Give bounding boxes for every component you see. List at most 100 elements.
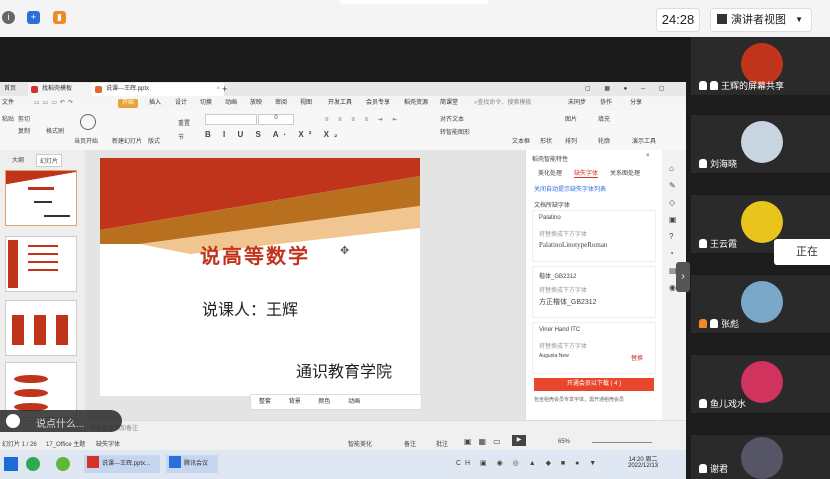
participant-tile[interactable]: 谢君: [691, 435, 830, 479]
slide-title[interactable]: 说高等数学: [200, 240, 310, 269]
menu-docer[interactable]: 稻壳资源: [404, 96, 428, 110]
missing-fonts-heading: 文档所缺字体: [534, 203, 571, 209]
tab-missing-fonts[interactable]: 缺失字体: [574, 168, 599, 178]
font-family-select[interactable]: [205, 114, 257, 125]
download-member-button[interactable]: 开通会员以下载 ( 4 ): [534, 378, 654, 391]
format-painter-button[interactable]: 格式刷: [46, 126, 64, 135]
share-button[interactable]: 分享: [630, 96, 642, 110]
missing-fonts-status[interactable]: 缺失字体: [96, 439, 120, 448]
slide-institution[interactable]: 通识教育学院: [296, 358, 392, 382]
menu-home[interactable]: 开始: [118, 99, 139, 108]
tab-beautify[interactable]: 美化处理: [538, 168, 562, 177]
float-btn-set[interactable]: 整套: [259, 399, 271, 405]
sync-status[interactable]: 未同步: [568, 96, 586, 110]
zoom-level[interactable]: 65%: [558, 439, 570, 445]
align-text-button[interactable]: 对齐文本: [440, 114, 464, 123]
slide-thumb-3[interactable]: [5, 300, 77, 356]
current-slide[interactable]: 说高等数学 ✥ 说课人：王辉 通识教育学院: [100, 158, 420, 396]
chat-input-overlay[interactable]: 说点什么...: [0, 410, 122, 432]
menu-animation[interactable]: 动画: [225, 96, 237, 110]
slides-tab[interactable]: 幻灯片: [36, 154, 63, 167]
zoom-slider[interactable]: [592, 442, 652, 443]
smart-graphic-button[interactable]: 转智能图形: [440, 127, 470, 136]
tab-template[interactable]: 找稻壳模板: [28, 83, 102, 96]
picture-button[interactable]: 图片: [565, 114, 577, 123]
slide-thumb-1[interactable]: [5, 170, 77, 226]
copy-button[interactable]: 复制: [18, 126, 30, 135]
collapse-panel-button[interactable]: ›: [676, 262, 690, 292]
participant-tile[interactable]: 张彪: [691, 275, 830, 333]
info-icon[interactable]: i: [2, 11, 15, 24]
slide-thumb-2[interactable]: [5, 236, 77, 292]
menu-review[interactable]: 审阅: [275, 96, 287, 110]
collab-button[interactable]: 协作: [600, 96, 612, 110]
new-slide-button[interactable]: 新建幻灯片: [112, 136, 142, 145]
paragraph-buttons[interactable]: ≡ ≡ ≡ ≡ ⇥ ⇤: [325, 116, 401, 123]
emoji-icon[interactable]: [6, 414, 20, 428]
shield-icon[interactable]: +: [27, 11, 40, 24]
font-item-2[interactable]: 楷体_GB2312 将替换成下方字体 方正楷体_GB2312: [532, 266, 656, 318]
outline-tab[interactable]: 大纲: [12, 155, 24, 164]
menu-insert[interactable]: 插入: [149, 96, 161, 110]
font-item-1[interactable]: Palatino 将替换成下方字体 PalatinoLinotypeRoman: [532, 210, 656, 262]
paste-button[interactable]: 粘贴: [2, 114, 14, 123]
theme-name: 17_Office 主题: [46, 442, 86, 448]
menu-class[interactable]: 简课堂: [440, 96, 458, 110]
view-mode-dropdown[interactable]: 演讲者视图 ▼: [710, 8, 812, 32]
app-icon[interactable]: [56, 457, 70, 471]
participant-tile[interactable]: 王辉的屏幕共享: [691, 37, 830, 95]
window-controls[interactable]: ▢ ▦ ● ─ ▢ ×: [585, 83, 686, 105]
notes-button[interactable]: 备注: [404, 439, 416, 448]
menu-file[interactable]: 文件: [2, 96, 14, 110]
menu-design[interactable]: 设计: [175, 96, 187, 110]
new-tab-button[interactable]: +: [218, 83, 227, 96]
menu-member[interactable]: 会员专享: [366, 96, 390, 110]
wps-icon: [87, 456, 99, 468]
taskbar-meeting[interactable]: 腾讯会议: [166, 455, 218, 473]
float-btn-color[interactable]: 颜色: [318, 399, 330, 405]
reset-button[interactable]: 重置: [178, 118, 190, 127]
system-tray-icons[interactable]: CH ▣ ◉ ◎ ▲ ◆ ■ ● ▼: [456, 459, 600, 467]
participant-tile[interactable]: 刘海晓: [691, 115, 830, 173]
tab-document[interactable]: 说课---王辉.pptx ×: [92, 83, 224, 96]
start-icon[interactable]: [4, 457, 18, 471]
panel-title: 稻壳智能特性: [532, 157, 569, 163]
font-item-3[interactable]: Viner Hand ITC 将替换成下方字体 Augusta New 替换: [532, 322, 656, 374]
slideshow-play-button[interactable]: ▶: [512, 435, 526, 446]
arrange-button[interactable]: 排列: [565, 136, 577, 145]
taskbar-wps[interactable]: 说课---王辉.pptx...: [84, 455, 160, 473]
cut-button[interactable]: 剪切: [18, 114, 30, 123]
smart-beautify-button[interactable]: 智能美化: [348, 439, 372, 448]
quick-access-icons[interactable]: ▭▭▭↶↷: [34, 96, 76, 110]
view-mode-buttons[interactable]: ▣▦▭: [464, 437, 508, 446]
shape-button[interactable]: 形状: [540, 136, 552, 145]
from-current-button[interactable]: 当页开始: [74, 136, 98, 145]
float-btn-animation[interactable]: 动画: [348, 399, 360, 405]
replace-link[interactable]: 替换: [631, 353, 643, 362]
search-command[interactable]: ⌕查找命令、搜索模板: [474, 96, 531, 110]
browser-icon[interactable]: [26, 457, 40, 471]
presenter-tools-button[interactable]: 演示工具: [632, 136, 656, 145]
menu-slideshow[interactable]: 放映: [250, 96, 262, 110]
menu-transition[interactable]: 切换: [200, 96, 212, 110]
avatar: [741, 201, 783, 243]
comments-button[interactable]: 批注: [436, 439, 448, 448]
float-btn-background[interactable]: 背景: [289, 399, 301, 405]
taskbar-clock[interactable]: 14:20 周二 2022/12/13: [628, 454, 658, 469]
menu-view[interactable]: 视图: [300, 96, 312, 110]
font-size-select[interactable]: 0: [258, 114, 294, 125]
section-button[interactable]: 节: [178, 132, 184, 141]
tab-relation[interactable]: 关系图处理: [610, 168, 640, 177]
text-format-buttons[interactable]: B I U S A· X² X₂: [205, 130, 342, 139]
close-auto-prompt-link[interactable]: 关闭自动提示缺失字体列表: [534, 184, 606, 193]
text-box-button[interactable]: 文本框: [512, 136, 530, 145]
fill-button[interactable]: 填充: [598, 114, 610, 123]
slide-speaker[interactable]: 说课人：王辉: [202, 296, 298, 320]
signal-icon[interactable]: ▮: [53, 11, 66, 24]
participant-tile[interactable]: 鱼儿戏水: [691, 355, 830, 413]
panel-close-icon[interactable]: ×: [646, 153, 650, 159]
menu-developer[interactable]: 开发工具: [328, 96, 352, 110]
play-icon[interactable]: [80, 114, 96, 130]
layout-button[interactable]: 版式: [148, 136, 160, 145]
outline-button[interactable]: 轮廓: [598, 136, 610, 145]
